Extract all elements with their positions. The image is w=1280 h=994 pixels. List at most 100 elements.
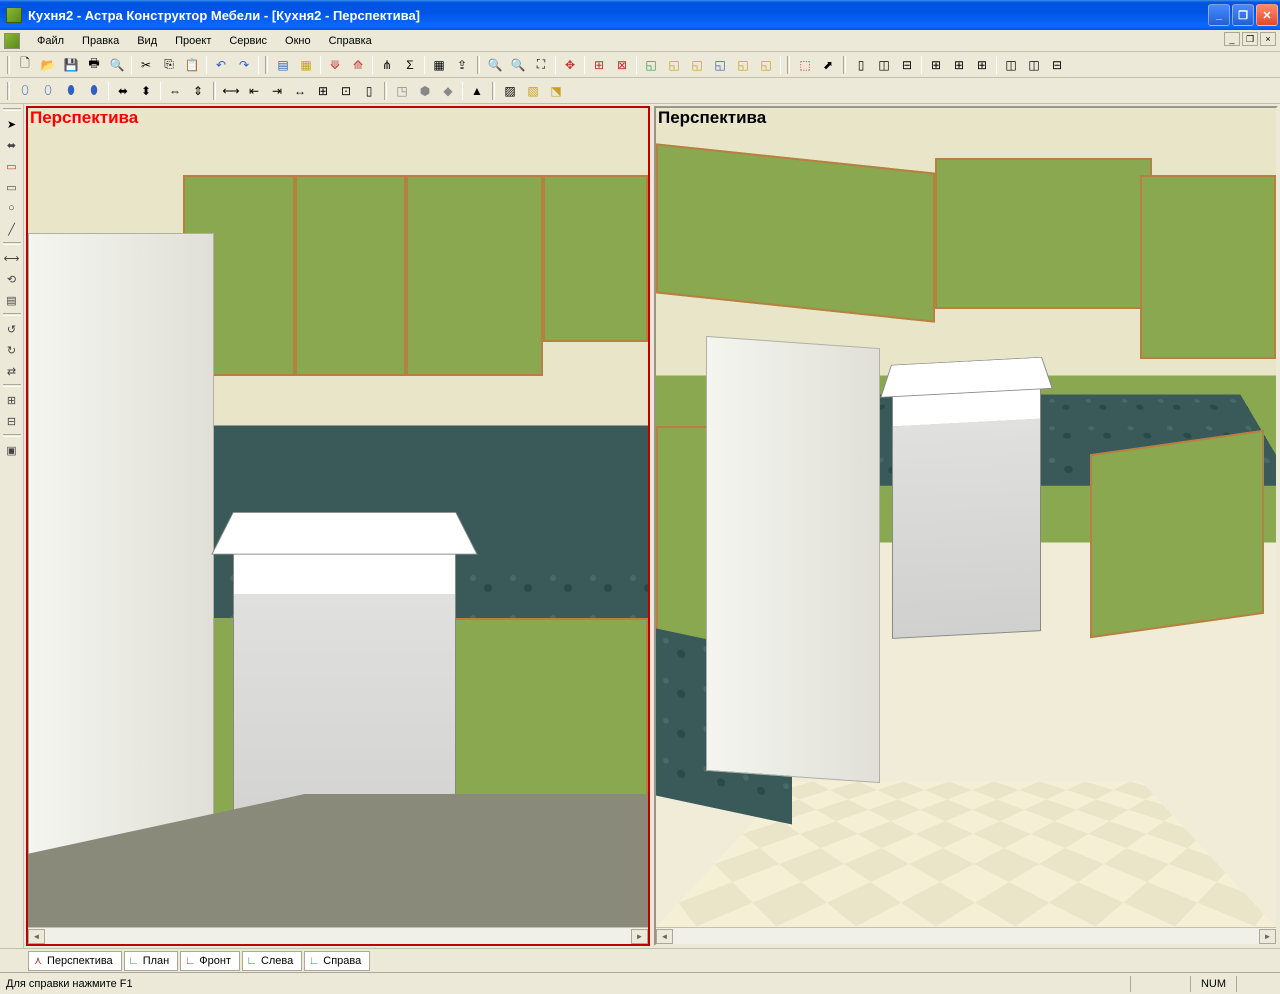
tab-front[interactable]: ∟ Фронт [180, 951, 240, 971]
tab-perspective[interactable]: ⋏ Перспектива [28, 951, 122, 971]
tab-left[interactable]: ∟ Слева [242, 951, 302, 971]
layer1-icon[interactable]: ◱ [640, 54, 662, 76]
mdi-close-button[interactable]: × [1260, 32, 1276, 46]
dim5-icon[interactable]: ⊞ [312, 80, 334, 102]
dim2-icon[interactable]: ⇤ [243, 80, 265, 102]
selectmode-icon[interactable]: ⬈ [817, 54, 839, 76]
dim1-icon[interactable]: ⟷ [220, 80, 242, 102]
split4-icon[interactable]: ⊞ [925, 54, 947, 76]
split6-icon[interactable]: ⊞ [971, 54, 993, 76]
print-icon[interactable]: 🖶 [83, 54, 105, 76]
minimize-button[interactable]: _ [1208, 4, 1230, 26]
toolbar-grip[interactable] [384, 82, 387, 100]
distribute-h-icon[interactable]: ⬌ [112, 80, 134, 102]
layer6-icon[interactable]: ◱ [755, 54, 777, 76]
viewport-right[interactable]: Перспектива ◄ ► [654, 106, 1278, 946]
layer3-icon[interactable]: ◱ [686, 54, 708, 76]
layer4-icon[interactable]: ◱ [709, 54, 731, 76]
table-icon[interactable]: ▦ [428, 54, 450, 76]
flip-v-icon[interactable]: ⇕ [187, 80, 209, 102]
dim6-icon[interactable]: ⊡ [335, 80, 357, 102]
measure-icon[interactable]: ⟷ [2, 248, 22, 268]
dim4-icon[interactable]: ↔ [289, 80, 311, 102]
scroll-left-icon[interactable]: ◄ [656, 929, 673, 944]
scroll-left-icon[interactable]: ◄ [28, 929, 45, 944]
toolbar-grip[interactable] [3, 242, 21, 245]
close-button[interactable]: ✕ [1256, 4, 1278, 26]
flip-h-icon[interactable]: ⇔ [164, 80, 186, 102]
sum-icon[interactable]: Σ [399, 54, 421, 76]
distribute-v-icon[interactable]: ⬍ [135, 80, 157, 102]
menu-project[interactable]: Проект [166, 32, 220, 50]
redo-icon[interactable]: ↷ [233, 54, 255, 76]
mdi-minimize-button[interactable]: _ [1224, 32, 1240, 46]
split8-icon[interactable]: ◫ [1023, 54, 1045, 76]
rotate-cw-icon[interactable]: ↻ [2, 340, 22, 360]
scroll-right-icon[interactable]: ► [631, 929, 648, 944]
rect-icon[interactable]: ▭ [2, 177, 22, 197]
undo-icon[interactable]: ↶ [210, 54, 232, 76]
layer5-icon[interactable]: ◱ [732, 54, 754, 76]
tab-right[interactable]: ∟ Справа [304, 951, 370, 971]
zoom-in-icon[interactable]: 🔍 [484, 54, 506, 76]
scrollbar-h-left[interactable]: ◄ ► [28, 927, 648, 944]
paste-icon[interactable]: 📋 [181, 54, 203, 76]
hardware-icon[interactable]: ⟰ [347, 54, 369, 76]
mirror-icon[interactable]: ⇄ [2, 361, 22, 381]
split9-icon[interactable]: ⊟ [1046, 54, 1068, 76]
texture1-icon[interactable]: ▨ [499, 80, 521, 102]
menu-file[interactable]: Файл [28, 32, 73, 50]
material-icon[interactable]: ▦ [295, 54, 317, 76]
circle-icon[interactable]: ○ [2, 198, 22, 218]
ungroup-icon[interactable]: ⊟ [2, 411, 22, 431]
align-top-icon[interactable]: ⬮ [60, 80, 82, 102]
shape-icon[interactable]: ◆ [437, 80, 459, 102]
menu-edit[interactable]: Правка [73, 32, 128, 50]
menu-view[interactable]: Вид [128, 32, 166, 50]
toolbar-grip[interactable] [265, 56, 268, 74]
mdi-restore-button[interactable]: ❐ [1242, 32, 1258, 46]
create-icon[interactable]: ▭ [2, 156, 22, 176]
render-icon[interactable]: ▲ [466, 80, 488, 102]
layer2-icon[interactable]: ◱ [663, 54, 685, 76]
extra-icon[interactable]: ▣ [2, 440, 22, 460]
toolbar-grip[interactable] [3, 434, 21, 437]
app-menu-icon[interactable] [4, 33, 20, 49]
rotate-ccw-icon[interactable]: ↺ [2, 319, 22, 339]
split3-icon[interactable]: ⊟ [896, 54, 918, 76]
toolbar-grip[interactable] [477, 56, 480, 74]
print-preview-icon[interactable]: 🔍 [106, 54, 128, 76]
texture3-icon[interactable]: ⬔ [545, 80, 567, 102]
cylinder-icon[interactable]: ⬢ [414, 80, 436, 102]
move-icon[interactable]: ⬌ [2, 135, 22, 155]
scrollbar-h-right[interactable]: ◄ ► [656, 927, 1276, 944]
snap-icon[interactable]: ⊞ [588, 54, 610, 76]
toolbar-grip[interactable] [7, 56, 10, 74]
viewmode-icon[interactable]: ⬚ [794, 54, 816, 76]
toolbar-grip[interactable] [843, 56, 846, 74]
tree-icon[interactable]: ⋔ [376, 54, 398, 76]
box-icon[interactable]: ◳ [391, 80, 413, 102]
panel-icon[interactable]: ▤ [272, 54, 294, 76]
open-icon[interactable]: 📂 [37, 54, 59, 76]
align-bottom-icon[interactable]: ⬮ [83, 80, 105, 102]
toolbar-grip[interactable] [7, 82, 10, 100]
menu-window[interactable]: Окно [276, 32, 320, 50]
split1-icon[interactable]: ▯ [850, 54, 872, 76]
align-right-icon[interactable]: ⬯ [37, 80, 59, 102]
scroll-right-icon[interactable]: ► [1259, 929, 1276, 944]
menu-help[interactable]: Справка [320, 32, 381, 50]
texture2-icon[interactable]: ▧ [522, 80, 544, 102]
toolbar-grip[interactable] [492, 82, 495, 100]
tab-plan[interactable]: ∟ План [124, 951, 179, 971]
cut-icon[interactable]: ✂ [135, 54, 157, 76]
toolbar-grip[interactable] [3, 108, 21, 111]
split2-icon[interactable]: ◫ [873, 54, 895, 76]
dim3-icon[interactable]: ⇥ [266, 80, 288, 102]
menu-service[interactable]: Сервис [220, 32, 276, 50]
toolbar-grip[interactable] [3, 384, 21, 387]
align-left-icon[interactable]: ⬯ [14, 80, 36, 102]
save-icon[interactable]: 💾 [60, 54, 82, 76]
toolbar-grip[interactable] [213, 82, 216, 100]
zoom-out-icon[interactable]: 🔍 [507, 54, 529, 76]
